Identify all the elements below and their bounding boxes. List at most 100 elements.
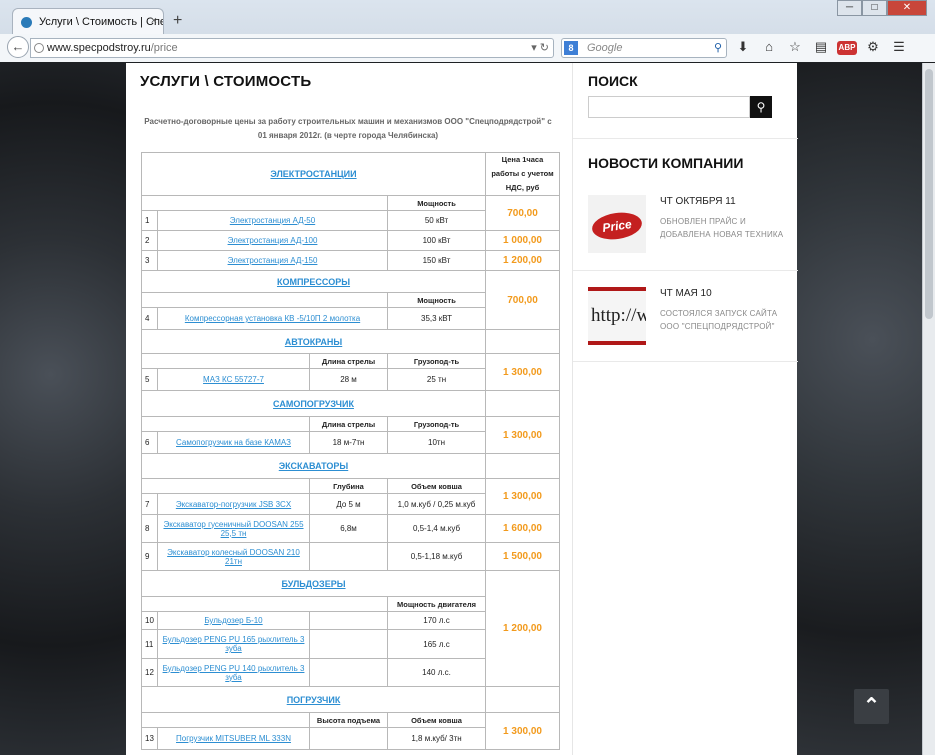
address-bar[interactable]: www.specpodstroy.ru/price ▾ ↻ (30, 38, 554, 58)
scroll-to-top-button[interactable]: ⌃ (854, 689, 889, 724)
news-text[interactable]: ОБНОВЛЕН ПРАЙС И ДОБАВЛЕНА НОВАЯ ТЕХНИКА (660, 215, 790, 241)
col-header-bucket: Объем ковша (386, 478, 487, 494)
back-button[interactable]: ← (7, 36, 29, 58)
site-search-input[interactable] (588, 96, 750, 118)
main-content: УСЛУГИ \ СТОИМОСТЬ Расчетно-договорные ц… (126, 63, 572, 755)
row-number: 2 (141, 230, 158, 251)
browser-search-input[interactable]: 8 Google ⚲ (561, 38, 727, 58)
globe-icon (34, 43, 44, 53)
item-link[interactable]: МАЗ КС 55727-7 (203, 375, 264, 384)
section-cranes-link[interactable]: АВТОКРАНЫ (285, 337, 342, 347)
col-header-depth: Глубина (309, 478, 388, 494)
row-number: 7 (141, 493, 158, 515)
news-date[interactable]: ЧТ ОКТЯБРЯ 11 (660, 196, 736, 207)
col-header-power: Мощность (386, 292, 487, 308)
section-forklift-link[interactable]: ПОГРУЗЧИК (287, 695, 341, 705)
item-link[interactable]: Самопогрузчик на базе КАМАЗ (176, 438, 291, 447)
vertical-scrollbar[interactable] (922, 63, 935, 755)
spec-cell: 165 л.с (386, 629, 487, 659)
spec-cell: 50 кВт (386, 210, 487, 231)
item-cell: Электростанция АД-150 (157, 250, 388, 271)
home-icon[interactable]: ⌂ (759, 39, 779, 55)
adblock-icon[interactable]: ABP (837, 41, 857, 55)
spec-cell: 150 кВт (386, 250, 487, 271)
section-bulldozers-link[interactable]: БУЛЬДОЗЕРЫ (281, 579, 345, 589)
row-number: 9 (141, 542, 158, 571)
price-table: ЭЛЕКТРОСТАНЦИИ Цена 1часа работы с учето… (140, 152, 561, 750)
col-header-engine: Мощность двигателя (386, 596, 487, 612)
spec-cell: 35,3 кВТ (386, 307, 487, 330)
item-link[interactable]: Электростанция АД-50 (230, 216, 315, 225)
item-link[interactable]: Бульдозер Б-10 (204, 616, 262, 625)
item-cell: Экскаватор гусеничный DOOSAN 255 25,5 тн (157, 514, 310, 543)
news-date[interactable]: ЧТ МАЯ 10 (660, 288, 712, 299)
news-thumbnail-price[interactable]: Price (588, 195, 646, 253)
row-number: 3 (141, 250, 158, 271)
col-header-capacity: Грузопод-ть (386, 353, 487, 369)
item-link[interactable]: Электростанция АД-150 (228, 256, 318, 265)
spec-cell: 0,5-1,4 м.куб (386, 514, 487, 543)
url-host: www.specpodstroy.ru (47, 42, 151, 54)
tab-title: Услуги \ Стоимость | Спе... (39, 16, 164, 28)
tab-close-icon[interactable]: × (151, 15, 157, 27)
price-power-group: 700,00 (485, 195, 561, 231)
section-excavators-link[interactable]: ЭКСКАВАТОРЫ (279, 461, 348, 471)
spec-cell: 1,0 м.куб / 0,25 м.куб (386, 493, 487, 515)
price-column-header: Цена 1часа работы с учетом НДС, руб (485, 152, 561, 196)
browser-tab[interactable]: Услуги \ Стоимость | Спе... × (12, 8, 164, 34)
news-thumbnail-http[interactable]: http://w (588, 287, 646, 345)
row-number: 1 (141, 210, 158, 231)
news-heading: НОВОСТИ КОМПАНИИ (588, 155, 744, 171)
item-link[interactable]: Погрузчик MITSUBER ML 333N (176, 734, 291, 743)
spec-cell: 28 м (309, 368, 388, 391)
spec-cell: 170 л.с (386, 611, 487, 630)
col-header-lift: Высота подъема (309, 712, 388, 728)
item-link[interactable]: Компрессорная установка КВ -5/10П 2 моло… (185, 314, 360, 323)
section-selfloader-link[interactable]: САМОПОГРУЗЧИК (273, 399, 354, 409)
price-cell: 1 600,00 (485, 514, 561, 543)
item-link[interactable]: Экскаватор-погрузчик JSB 3CX (176, 500, 291, 509)
row-number: 8 (141, 514, 158, 543)
search-engine-icon[interactable]: 8 (564, 41, 578, 55)
close-window-button[interactable]: ✕ (887, 0, 927, 16)
row-number: 6 (141, 431, 158, 454)
magnifier-icon[interactable]: ⚲ (714, 41, 722, 54)
item-cell: Бульдозер PENG PU 165 рыхлитель 3 зуба (157, 629, 310, 659)
item-link[interactable]: Электростанция АД-100 (228, 236, 318, 245)
page-title: УСЛУГИ \ СТОИМОСТЬ (140, 73, 312, 90)
scrollbar-thumb[interactable] (925, 69, 933, 319)
navigation-bar: ← www.specpodstroy.ru/price ▾ ↻ 8 Google… (0, 34, 935, 62)
new-tab-button[interactable]: + (173, 12, 182, 30)
item-link[interactable]: Экскаватор колесный DOOSAN 210 21тн (167, 548, 300, 566)
item-cell: Компрессорная установка КВ -5/10П 2 моло… (157, 307, 388, 330)
search-button[interactable]: ⚲ (750, 96, 772, 118)
minimize-button[interactable]: ─ (837, 0, 862, 16)
bookmark-star-icon[interactable]: ☆ (785, 39, 805, 55)
spec-cell: До 5 м (309, 493, 388, 515)
col-header-bucket: Объем ковша (386, 712, 487, 728)
price-cell: 1 200,00 (485, 250, 561, 271)
extension-icon[interactable]: ⚙ (863, 39, 883, 55)
price-compressor: 700,00 (485, 270, 561, 330)
bookmarks-list-icon[interactable]: ▤ (811, 39, 831, 55)
menu-icon[interactable]: ☰ (889, 39, 909, 55)
http-label: http://w (591, 305, 646, 326)
row-number: 13 (141, 727, 158, 750)
item-link[interactable]: Экскаватор гусеничный DOOSAN 255 25,5 тн (163, 520, 303, 538)
price-selfloader: 1 300,00 (485, 416, 561, 454)
news-text[interactable]: СОСТОЯЛСЯ ЗАПУСК САЙТА ООО "СПЕЦПОДРЯДСТ… (660, 307, 790, 333)
download-icon[interactable]: ⬇ (733, 39, 753, 55)
section-compressors-link[interactable]: КОМПРЕССОРЫ (277, 277, 350, 287)
url-path: /price (150, 42, 178, 54)
search-placeholder: Google (587, 42, 623, 54)
item-link[interactable]: Бульдозер PENG PU 140 рыхлитель 3 зуба (163, 664, 305, 682)
section-power-link[interactable]: ЭЛЕКТРОСТАНЦИИ (270, 169, 356, 179)
divider (573, 138, 798, 139)
divider (573, 270, 798, 271)
maximize-button[interactable]: □ (862, 0, 887, 16)
row-number: 12 (141, 658, 158, 687)
reload-icon[interactable]: ▾ ↻ (531, 41, 549, 54)
toolbar-icons: ⬇ ⌂ ☆ ▤ ABP ⚙ ☰ (733, 39, 909, 55)
sidebar: ПОИСК ⚲ НОВОСТИ КОМПАНИИ Price ЧТ ОКТЯБР… (572, 63, 798, 755)
item-link[interactable]: Бульдозер PENG PU 165 рыхлитель 3 зуба (163, 635, 305, 653)
